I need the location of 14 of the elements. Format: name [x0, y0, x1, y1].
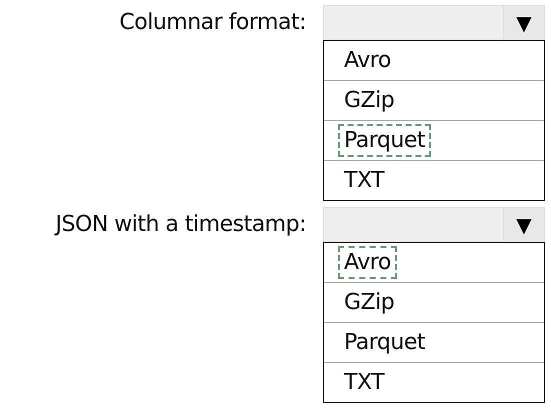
- option-item[interactable]: Parquet: [338, 124, 431, 157]
- option-item[interactable]: TXT: [338, 366, 390, 399]
- option-item[interactable]: GZip: [338, 84, 400, 117]
- option-item[interactable]: Avro: [338, 44, 397, 77]
- question-label: JSON with a timestamp:: [56, 211, 306, 239]
- question-label: Columnar format:: [119, 9, 306, 37]
- option-item[interactable]: GZip: [338, 286, 400, 319]
- dropdown-arrow-button[interactable]: ▼: [503, 208, 544, 241]
- dropdown-arrow-button[interactable]: ▼: [503, 6, 544, 39]
- option-item[interactable]: Parquet: [338, 326, 431, 359]
- option-item[interactable]: TXT: [338, 164, 390, 197]
- dropdown-field[interactable]: ▼: [323, 5, 545, 40]
- option-item[interactable]: Avro: [338, 246, 397, 279]
- dropdown-field[interactable]: ▼: [323, 207, 545, 242]
